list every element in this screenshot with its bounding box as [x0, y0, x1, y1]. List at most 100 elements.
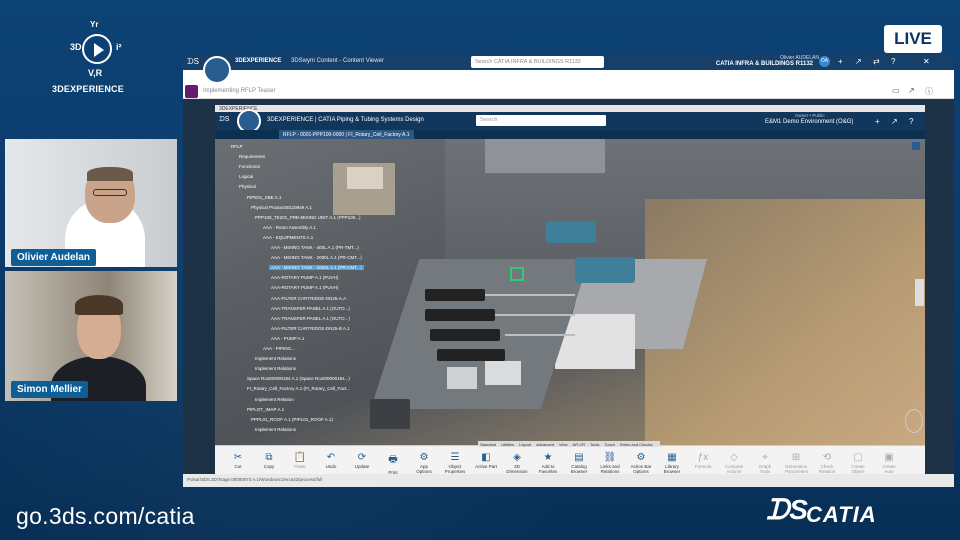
tree-node[interactable]: PPPL01_ROOF A.1 (PIPL01_ROOF A.1) — [249, 417, 335, 422]
tool-button[interactable]: ƒx Formula — [692, 452, 714, 469]
tool-button[interactable]: ★ Add to Favorites — [537, 452, 559, 474]
action-tab[interactable]: Tools — [590, 442, 599, 447]
action-tab[interactable]: Utilities — [501, 442, 514, 447]
share-icon[interactable]: ↗ — [891, 117, 898, 126]
tree-node[interactable]: Logical — [237, 174, 255, 179]
tree-node[interactable]: AAA - EQUIPMENTS A.1 — [261, 235, 315, 240]
ds-logo-icon: ᗪS — [219, 116, 230, 123]
share-icon[interactable]: ↗ — [855, 57, 862, 66]
pipe-run[interactable] — [495, 314, 575, 316]
tree-node[interactable]: PIPE01_XBE A.1 — [245, 195, 284, 200]
tool-button[interactable]: ⧉ Copy — [258, 452, 280, 469]
tree-node[interactable]: AAA-TRANSFER PANEL A.1 (OUTO...) — [269, 316, 352, 321]
action-tab[interactable]: View — [559, 442, 568, 447]
action-tab[interactable]: AR-VR — [573, 442, 585, 447]
avatar[interactable]: OA — [819, 56, 830, 67]
action-tab[interactable]: Advanced — [536, 442, 554, 447]
tool-button[interactable]: ◈ 3D Dimension — [506, 452, 528, 474]
specification-tree[interactable]: RFLP Requirement Functional Logical Physical… — [229, 144, 371, 440]
tree-node[interactable]: AAA-TRANSFER PANEL A.1 (OUTO...) — [269, 306, 352, 311]
tree-node[interactable]: Physical Product00119949 A.1 — [249, 205, 314, 210]
tree-node[interactable]: Functional — [237, 164, 262, 169]
pump-skid[interactable] — [430, 329, 500, 341]
pump-skid[interactable] — [425, 289, 485, 301]
tree-node[interactable]: Space Root00000184 A.1 (Space Root000001… — [245, 376, 352, 381]
tree-node[interactable]: AAA - MIXING TANK - 400L A.1 (PR-TMT...) — [269, 245, 361, 250]
action-tab[interactable]: Touch — [604, 442, 615, 447]
content-viewer-menu[interactable]: 3DSwym Content - Content Viewer — [291, 58, 384, 64]
tool-button[interactable]: ↶ Undo — [320, 452, 342, 469]
tool-button[interactable]: ▦ Library Browser — [661, 452, 683, 474]
mixing-tank[interactable] — [546, 221, 596, 243]
help-icon[interactable]: ? — [891, 57, 895, 66]
tool-button[interactable]: ⟳ Update — [351, 452, 373, 469]
catia-logo: ᗪS CATIA — [766, 492, 906, 532]
tree-node[interactable]: AAA-ROTARY PUMP A.1 (PUVH) — [269, 275, 340, 280]
tree-node[interactable]: RFLP — [229, 144, 245, 149]
tool-label: Create Object — [851, 464, 865, 474]
campaign-url[interactable]: go.3ds.com/catia — [16, 503, 195, 530]
compass-icon[interactable] — [203, 56, 231, 84]
expand-icon[interactable] — [912, 142, 920, 150]
tool-button[interactable]: ▢ Create Object — [847, 452, 869, 474]
tree-node[interactable]: Physical — [237, 184, 258, 189]
tool-button[interactable]: ☰ Object Properties — [444, 452, 466, 474]
tree-node[interactable]: AAA - MIXING TANK - 2000L A.1 (PR-CMT...… — [269, 265, 364, 271]
logo-vr: V,R — [88, 68, 103, 78]
add-icon[interactable]: + — [838, 57, 843, 66]
robot-icon[interactable] — [905, 409, 923, 433]
info-icon[interactable]: ⓘ — [925, 86, 933, 97]
tool-button[interactable]: ⌖ Graph Tools — [754, 452, 776, 474]
document-tab[interactable]: RFLP - 0001-PPP100-0000 | FI_Rotary_Cell… — [279, 130, 414, 139]
tree-node[interactable]: AAA - Room Assembly A.1 — [261, 225, 318, 230]
action-tab[interactable]: Layout — [519, 442, 531, 447]
tree-node[interactable]: Implement Relations — [253, 427, 298, 432]
tool-button[interactable]: ◇ Compute Volume — [723, 452, 745, 474]
tree-node[interactable]: AAA - MIXING TANK - 2000L A.1 (PR-CMT...… — [269, 255, 364, 260]
pipe-run[interactable] — [485, 294, 575, 296]
add-icon[interactable]: + — [875, 117, 880, 126]
tools-icon[interactable]: ✕ — [923, 57, 930, 66]
manipulator-icon[interactable] — [510, 267, 524, 281]
tree-node[interactable]: AAA-FILTER CARTRIDGE-DN25-A.A — [269, 296, 348, 301]
comment-icon[interactable]: ▭ — [892, 86, 900, 95]
tree-node[interactable]: Implement Relations — [253, 356, 298, 361]
outer-search-input[interactable]: Search CATIA INFRA & BUILDINGS R1132 — [471, 56, 604, 68]
play-icon — [82, 34, 112, 64]
3d-viewport[interactable]: RFLP Requirement Functional Logical Physical… — [215, 139, 925, 445]
tool-button[interactable]: ✂ Cut — [227, 452, 249, 469]
tree-node[interactable]: Implement Relation — [253, 397, 296, 402]
environment-selector[interactable]: E&M1 Demo Environment (O&G) — [765, 119, 853, 125]
pump-skid[interactable] — [425, 309, 495, 321]
tool-button[interactable]: ⚙ Action Bar Options — [630, 452, 652, 474]
help-icon[interactable]: ? — [909, 117, 913, 126]
tool-button[interactable]: 📋 Paste — [289, 452, 311, 469]
tree-node[interactable]: Requirement — [237, 154, 267, 159]
pipe-run[interactable] — [505, 334, 575, 336]
tree-node[interactable]: PPP100_TE201_PRE-MIXING UNIT A.1 (PPP100… — [253, 215, 362, 220]
tree-node[interactable]: Implement Relations — [253, 366, 298, 371]
tool-button[interactable]: ▤ Catalog Browser — [568, 452, 590, 474]
tree-node[interactable]: AAA-FILTER CARTRIDGE-DN25-B A.1 — [269, 326, 352, 331]
viewport-scrollbar[interactable] — [915, 279, 924, 306]
tool-icon: ▢ — [853, 452, 863, 463]
communicate-icon[interactable]: ⇄ — [873, 57, 880, 66]
action-tab[interactable]: Standard — [480, 442, 496, 447]
tool-button[interactable]: ◧ Active Part — [475, 452, 497, 469]
pump-skid[interactable] — [437, 349, 505, 361]
tree-node[interactable]: AAA - PIPING... — [261, 346, 297, 351]
tool-icon: ▤ — [574, 452, 584, 463]
tool-button[interactable]: ⟲ Check Relation — [816, 452, 838, 474]
tool-button[interactable]: ⛓ Links and Relations — [599, 452, 621, 474]
action-tab[interactable]: Rules and Checks — [620, 442, 652, 447]
inner-search-input[interactable]: Search — [476, 115, 606, 126]
share-icon[interactable]: ↗ — [908, 86, 915, 95]
mixing-tank[interactable] — [575, 257, 635, 283]
small-unit — [485, 361, 521, 385]
tool-button[interactable]: ⊞ Generation Parameters — [785, 452, 808, 474]
tree-node[interactable]: FI_Rotary_Cell_Factory A.1 (FI_Rotary_Ce… — [245, 386, 352, 391]
tree-node[interactable]: PIPLOT_IMAP A.1 — [245, 407, 286, 412]
tree-node[interactable]: AAA - PUMP A.1 — [269, 336, 306, 341]
tool-button[interactable]: ⚙ App Options — [413, 452, 435, 474]
tree-node[interactable]: AAA-ROTARY PUMP A.1 (PUVH) — [269, 285, 340, 290]
